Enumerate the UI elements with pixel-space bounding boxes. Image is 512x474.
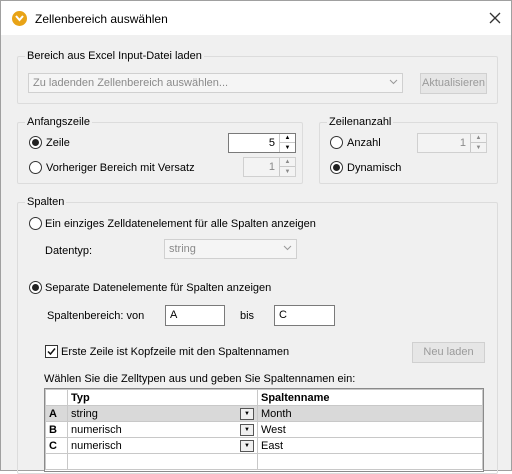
- dropdown-arrow-icon[interactable]: ▼: [240, 423, 254, 436]
- spin-down-icon[interactable]: ▼: [280, 167, 295, 176]
- range-to-input[interactable]: C: [274, 305, 335, 326]
- name-cell[interactable]: West: [257, 421, 483, 438]
- reload-button[interactable]: Neu laden: [412, 342, 485, 363]
- row-header: B: [45, 421, 68, 438]
- close-button[interactable]: [483, 6, 507, 30]
- spin-down-icon[interactable]: ▼: [471, 143, 486, 152]
- dropdown-arrow-icon[interactable]: ▼: [240, 439, 254, 452]
- columns-legend: Spalten: [25, 196, 67, 208]
- dropdown-arrow-icon[interactable]: ▼: [240, 407, 254, 420]
- previous-range-radio[interactable]: [29, 161, 42, 174]
- checkmark-icon: [47, 348, 56, 356]
- dynamic-radio[interactable]: [330, 161, 343, 174]
- datatype-label: Datentyp:: [45, 245, 93, 257]
- row-header-empty: [45, 453, 68, 470]
- spin-up-icon[interactable]: ▲: [280, 158, 295, 167]
- header-row-checkbox[interactable]: [45, 345, 58, 358]
- name-cell[interactable]: Month: [257, 405, 483, 422]
- table-row[interactable]: C numerisch ▼ East: [45, 437, 483, 454]
- table-row-empty: [45, 453, 483, 470]
- separate-elements-radio[interactable]: [29, 281, 42, 294]
- column-range-label: Spaltenbereich: von: [47, 310, 145, 322]
- previous-range-value: 1: [268, 161, 275, 173]
- type-value: numerisch: [71, 439, 122, 452]
- empty-cell: [257, 453, 483, 470]
- table-header-name: Spaltenname: [257, 389, 483, 406]
- previous-range-spinner[interactable]: 1 ▲ ▼: [243, 157, 296, 177]
- row-header: A: [45, 405, 68, 422]
- spin-up-icon[interactable]: ▲: [280, 134, 295, 143]
- start-row-legend: Anfangszeile: [25, 116, 92, 128]
- range-combo[interactable]: Zu ladenden Zellenbereich auswählen...: [28, 73, 403, 93]
- row-header: C: [45, 437, 68, 454]
- excel-range-legend: Bereich aus Excel Input-Datei laden: [25, 50, 204, 62]
- range-combo-placeholder: Zu ladenden Zellenbereich auswählen...: [33, 77, 229, 89]
- type-value: numerisch: [71, 423, 122, 436]
- row-label: Zeile: [46, 137, 70, 149]
- type-value: string: [71, 407, 98, 420]
- separate-elements-label: Separate Datenelemente für Spalten anzei…: [45, 282, 272, 294]
- row-count-legend: Zeilenanzahl: [327, 116, 394, 128]
- count-value: 1: [459, 137, 466, 149]
- datatype-value: string: [169, 243, 196, 255]
- refresh-button[interactable]: Aktualisieren: [420, 73, 487, 94]
- table-header-type: Typ: [67, 389, 258, 406]
- row-spinner[interactable]: 5 ▲ ▼: [228, 133, 296, 153]
- empty-cell: [67, 453, 258, 470]
- single-element-radio[interactable]: [29, 217, 42, 230]
- count-spinner[interactable]: 1 ▲ ▼: [417, 133, 487, 153]
- close-icon: [489, 12, 501, 24]
- instruction-text: Wählen Sie die Zelltypen aus und geben S…: [44, 373, 356, 385]
- row-radio[interactable]: [29, 136, 42, 149]
- spin-up-icon[interactable]: ▲: [471, 134, 486, 143]
- type-cell[interactable]: string ▼: [67, 405, 258, 422]
- type-cell[interactable]: numerisch ▼: [67, 437, 258, 454]
- dynamic-label: Dynamisch: [347, 162, 402, 174]
- chevron-down-icon: [389, 77, 398, 89]
- range-from-input[interactable]: A: [165, 305, 225, 326]
- previous-range-label: Vorheriger Bereich mit Versatz: [46, 162, 195, 174]
- row-value: 5: [268, 137, 275, 149]
- title-bar: Zellenbereich auswählen: [1, 1, 511, 35]
- range-to-label: bis: [240, 310, 255, 322]
- select-cell-range-dialog: Zellenbereich auswählen Bereich aus Exce…: [0, 0, 512, 474]
- range-from-value: A: [170, 309, 178, 321]
- chevron-down-icon: [283, 243, 292, 255]
- spin-down-icon[interactable]: ▼: [280, 143, 295, 152]
- count-label: Anzahl: [347, 137, 381, 149]
- window-title: Zellenbereich auswählen: [35, 12, 168, 26]
- table-header-row: Typ Spaltenname: [45, 389, 483, 406]
- header-row-label: Erste Zeile ist Kopfzeile mit den Spalte…: [61, 346, 290, 358]
- single-element-label: Ein einziges Zelldatenelement für alle S…: [45, 218, 316, 230]
- name-cell[interactable]: East: [257, 437, 483, 454]
- type-cell[interactable]: numerisch ▼: [67, 421, 258, 438]
- table-header-corner: [45, 389, 68, 406]
- altova-icon: [12, 11, 27, 26]
- count-radio[interactable]: [330, 136, 343, 149]
- range-to-value: C: [279, 309, 287, 321]
- table-row[interactable]: A string ▼ Month: [45, 405, 483, 422]
- column-types-table: Typ Spaltenname A string ▼ Month B numer…: [44, 388, 484, 472]
- row-count-group: [319, 122, 498, 184]
- datatype-combo[interactable]: string: [164, 239, 297, 259]
- table-row[interactable]: B numerisch ▼ West: [45, 421, 483, 438]
